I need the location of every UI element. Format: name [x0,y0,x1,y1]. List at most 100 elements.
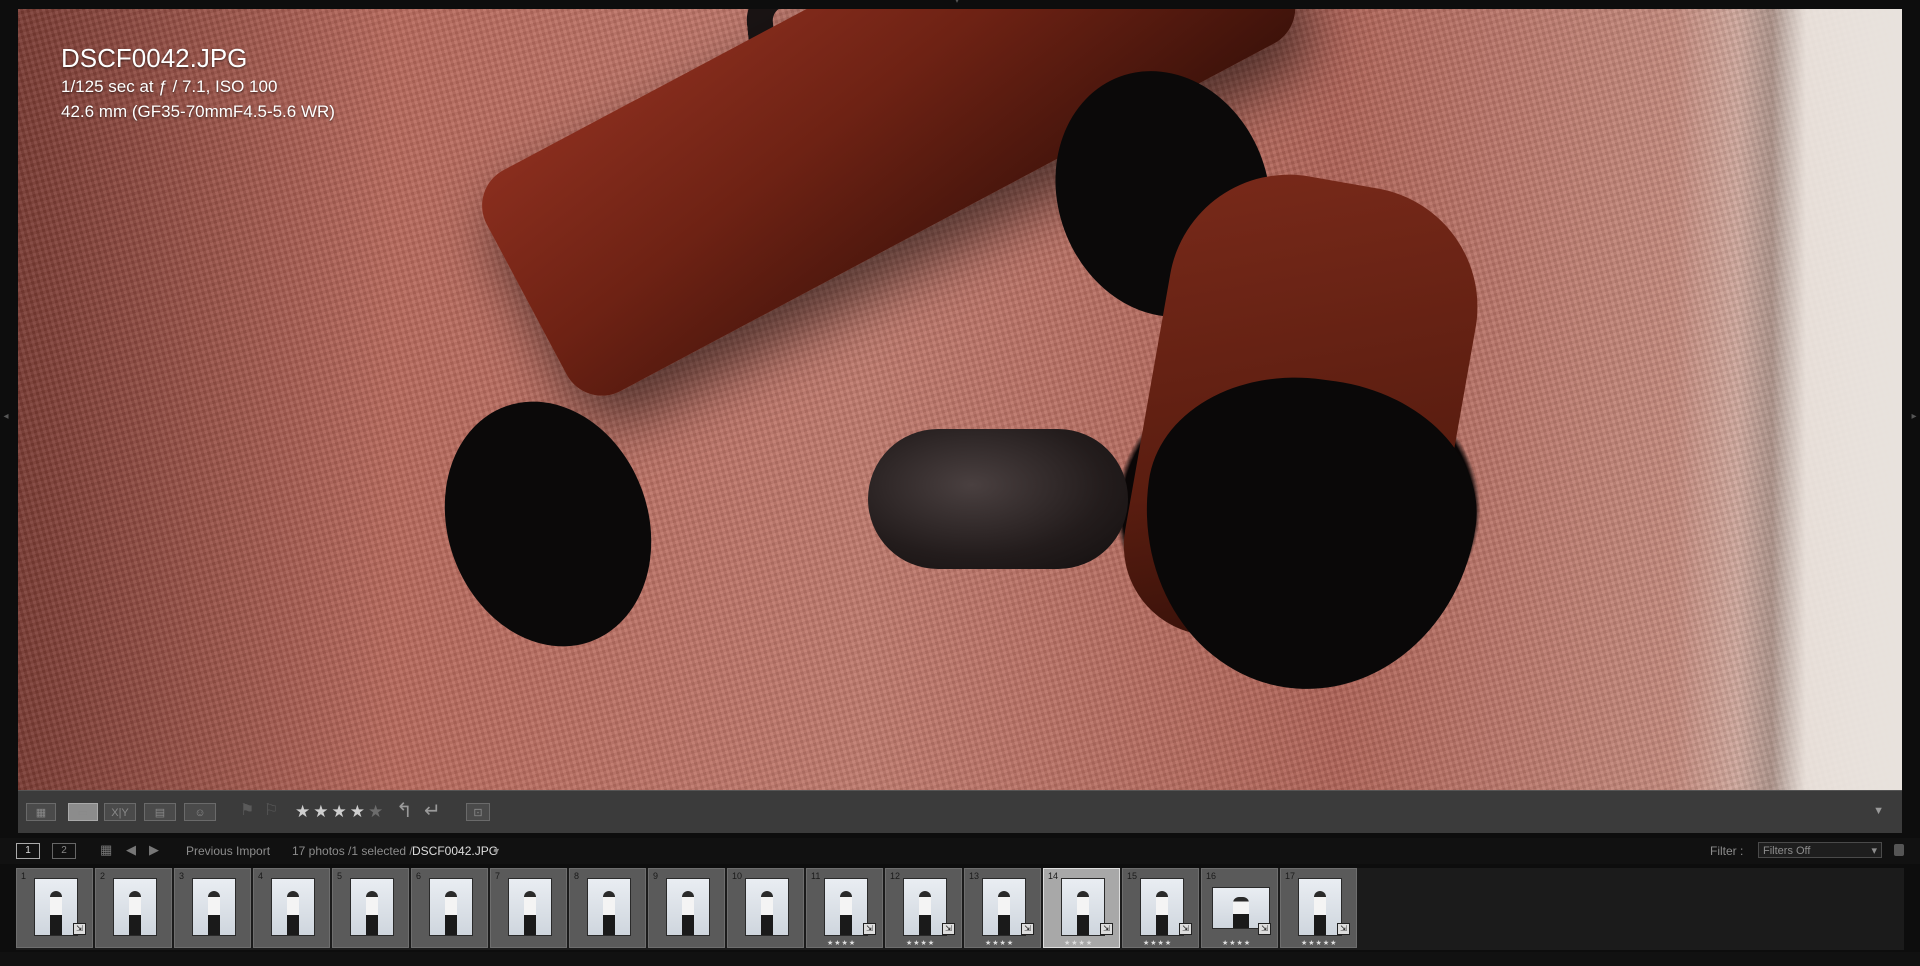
filmstrip: 1 ⇲ 2 3 4 5 6 7 8 9 10 11 ⇲ ★★★★ 12 ⇲ ★★★★ 13 ⇲ ★★★★ 14 ⇲ ★★★★… [16,868,1904,950]
thumbnail-image [192,878,236,936]
filmstrip-thumbnail[interactable]: 4 [253,868,330,948]
develop-adjusted-badge-icon[interactable]: ⇲ [1258,923,1271,935]
filmstrip-thumbnail[interactable]: 9 [648,868,725,948]
monitor-1-button[interactable]: 1 [16,843,40,859]
flag-reject-icon[interactable]: ⚐ [264,800,278,822]
thumbnail-index: 10 [732,871,743,881]
photo-count: 17 photos /1 selected / [292,844,413,858]
thumbnail-image [113,878,157,936]
thumbnail-figure [286,891,300,935]
loupe-toolbar: ▦ ▭ X|Y ▤ ☺ ⚑ ⚐ ★★★★★ ↰ ↵ ⊡ ▼ [18,790,1902,833]
rating-stars[interactable]: ★★★★★ [295,802,386,822]
filmstrip-thumbnail[interactable]: 17 ⇲ ★★★★★ [1280,868,1357,948]
filmstrip-thumbnail[interactable]: 10 [727,868,804,948]
thumbnail-image [982,878,1026,936]
rotate-left-icon[interactable]: ↰ [396,800,413,822]
develop-adjusted-badge-icon[interactable]: ⇲ [1021,923,1034,935]
filmstrip-thumbnail[interactable]: 5 [332,868,409,948]
thumbnail-figure [839,891,853,935]
survey-view-icon[interactable]: ▤ [144,803,176,821]
filmstrip-header: 1 2 ▦ ◀ ▶ Previous Import 17 photos /1 s… [0,838,1920,864]
develop-adjusted-badge-icon[interactable]: ⇲ [73,923,86,935]
rating-stars-off: ★ [367,802,387,821]
thumbnail-figure [523,891,537,935]
thumbnail-figure [681,891,695,935]
thumbnail-index: 14 [1048,871,1059,881]
thumbnail-rating-stars: ★★★★ [1143,940,1173,947]
thumbnail-figure [918,891,932,935]
grid-view-icon[interactable]: ▦ [26,803,56,821]
right-panel-toggle-icon[interactable]: ▸ [1910,410,1918,424]
filmstrip-thumbnail[interactable]: 8 [569,868,646,948]
thumbnail-image [350,878,394,936]
crop-overlay-icon[interactable]: ⊡ [466,803,490,821]
thumbnail-figure [602,891,616,935]
source-label[interactable]: Previous Import [186,844,270,858]
thumbnail-index: 7 [495,871,501,881]
thumbnail-image [34,878,78,936]
loupe-view-icon[interactable]: ▭ [68,803,98,821]
window-bottom-edge [0,952,1920,966]
filmstrip-thumbnail[interactable]: 3 [174,868,251,948]
thumbnail-index: 13 [969,871,980,881]
filmstrip-thumbnail[interactable]: 6 [411,868,488,948]
photo-leather-knot [868,429,1128,569]
filename-chevron-down-icon[interactable]: ▼ [492,844,501,858]
back-arrow-icon[interactable]: ◀ [126,842,136,858]
thumbnail-rating-stars: ★★★★ [1222,940,1252,947]
thumbnail-image [903,878,947,936]
develop-adjusted-badge-icon[interactable]: ⇲ [1100,923,1113,935]
thumbnail-index: 16 [1206,871,1217,881]
thumbnail-index: 12 [890,871,901,881]
thumbnail-index: 15 [1127,871,1138,881]
thumbnail-index: 9 [653,871,659,881]
rotate-right-icon[interactable]: ↵ [424,800,441,822]
thumbnail-image [587,878,631,936]
forward-arrow-icon[interactable]: ▶ [149,842,159,858]
thumbnail-figure [128,891,142,935]
thumbnail-figure [1155,891,1169,935]
thumbnail-index: 8 [574,871,580,881]
monitor-2-button[interactable]: 2 [52,843,76,859]
flag-pick-icon[interactable]: ⚑ [240,800,254,822]
filmstrip-thumbnail[interactable]: 12 ⇲ ★★★★ [885,868,962,948]
thumbnail-figure [1313,891,1327,935]
thumbnail-index: 5 [337,871,343,881]
thumbnail-rating-stars: ★★★★ [985,940,1015,947]
thumbnail-rating-stars: ★★★★ [906,940,936,947]
left-panel-toggle-icon[interactable]: ◂ [2,410,10,424]
thumbnail-image [1140,878,1184,936]
thumbnail-index: 4 [258,871,264,881]
thumbnail-rating-stars: ★★★★★ [1301,940,1338,947]
filmstrip-thumbnail[interactable]: 7 [490,868,567,948]
filter-label: Filter : [1710,844,1744,858]
thumbnail-image [508,878,552,936]
develop-adjusted-badge-icon[interactable]: ⇲ [1179,923,1192,935]
filmstrip-thumbnail[interactable]: 14 ⇲ ★★★★ [1043,868,1120,948]
loupe-photo[interactable]: DSCF0042.JPG 1/125 sec at ƒ / 7.1, ISO 1… [18,9,1902,790]
filmstrip-thumbnail[interactable]: 11 ⇲ ★★★★ [806,868,883,948]
thumbnail-index: 2 [100,871,106,881]
filter-select[interactable]: Filters Off [1758,842,1882,859]
thumbnail-index: 1 [21,871,27,881]
filmstrip-thumbnail[interactable]: 2 [95,868,172,948]
thumbnail-rating-stars: ★★★★ [827,940,857,947]
grid-view-small-icon[interactable]: ▦ [100,842,112,858]
filmstrip-thumbnail[interactable]: 16 ⇲ ★★★★ [1201,868,1278,948]
selected-filename[interactable]: DSCF0042.JPG [412,844,498,858]
thumbnail-image [824,878,868,936]
filter-lock-icon[interactable] [1894,844,1904,856]
filmstrip-thumbnail[interactable]: 13 ⇲ ★★★★ [964,868,1041,948]
develop-adjusted-badge-icon[interactable]: ⇲ [863,923,876,935]
filmstrip-thumbnail[interactable]: 1 ⇲ [16,868,93,948]
overlay-lens: 42.6 mm (GF35-70mmF4.5-5.6 WR) [61,102,335,121]
filmstrip-thumbnail[interactable]: 15 ⇲ ★★★★ [1122,868,1199,948]
top-panel-toggle-icon[interactable]: ▾ [955,0,965,5]
people-view-icon[interactable]: ☺ [184,803,216,821]
develop-adjusted-badge-icon[interactable]: ⇲ [942,923,955,935]
thumbnail-index: 3 [179,871,185,881]
develop-adjusted-badge-icon[interactable]: ⇲ [1337,923,1350,935]
toolbar-options-chevron-down-icon[interactable]: ▼ [1873,805,1884,817]
compare-view-icon[interactable]: X|Y [104,803,136,821]
photo-wood-toggle-1-end [411,372,685,676]
